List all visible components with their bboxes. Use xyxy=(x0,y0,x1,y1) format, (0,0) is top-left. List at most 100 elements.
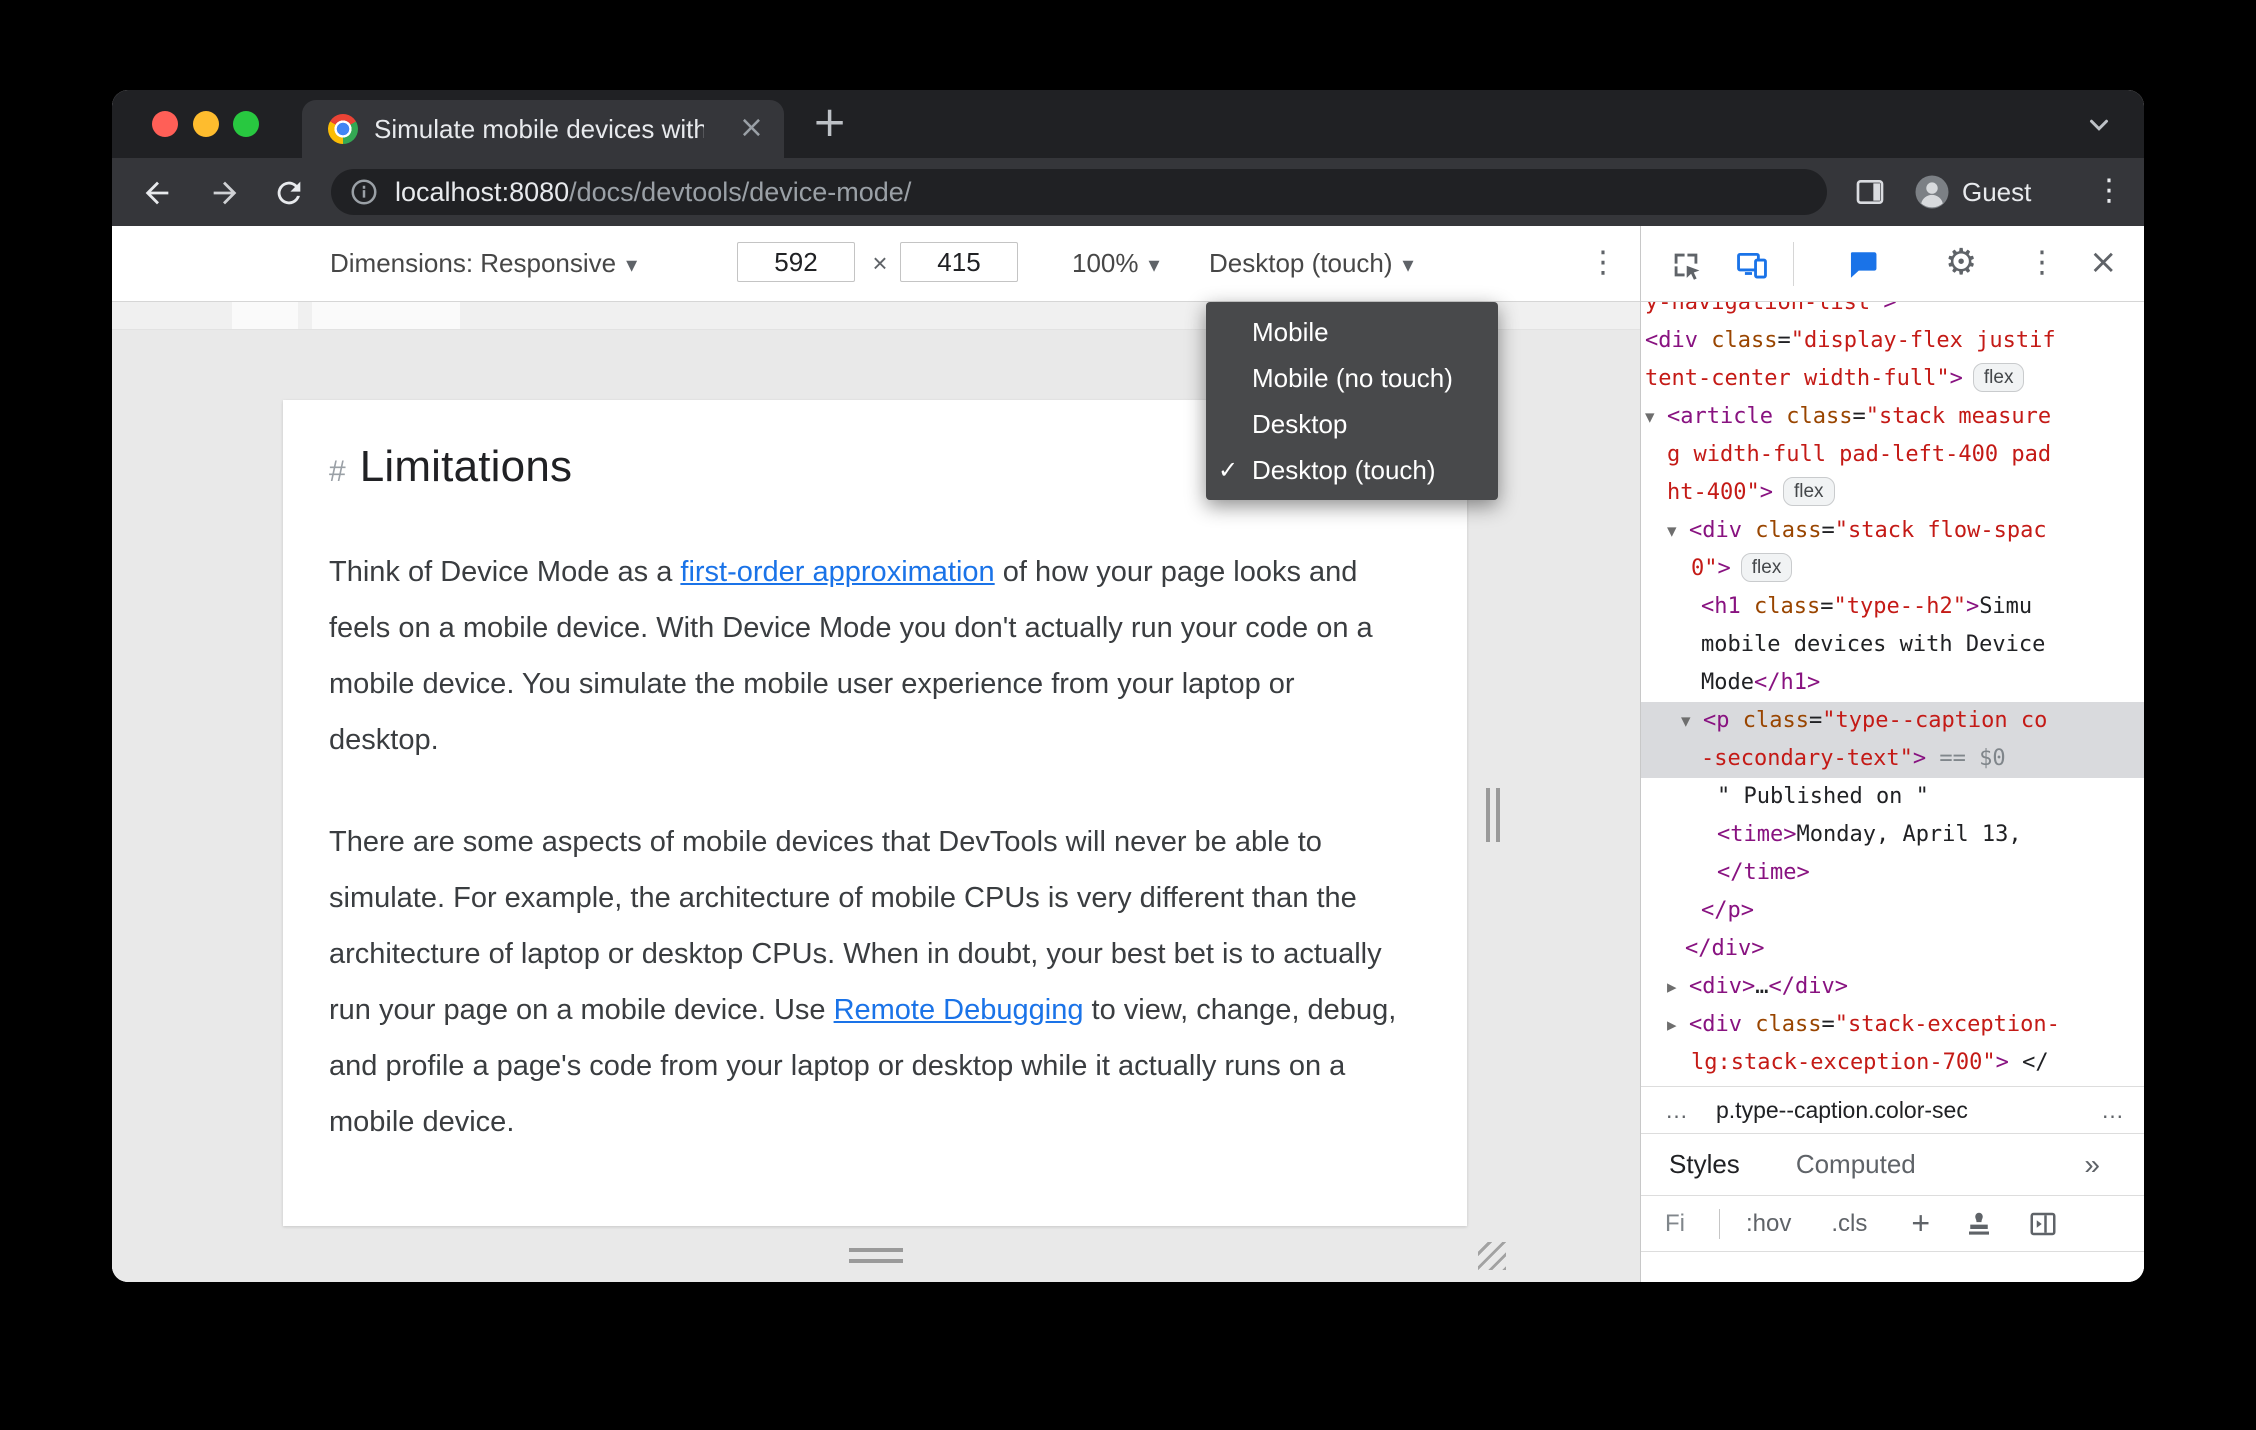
browser-tab[interactable]: Simulate mobile devices with D × xyxy=(302,100,784,158)
tree-line[interactable]: g width-full pad-left-400 pad xyxy=(1641,436,2144,474)
menu-item-label: Mobile xyxy=(1252,317,1329,347)
tree-line[interactable]: 0"> flex xyxy=(1641,550,2144,588)
tree-line[interactable]: <div class="display-flex justif xyxy=(1641,322,2144,360)
stamp-icon[interactable] xyxy=(1964,1209,1994,1239)
tree-line[interactable]: </div> xyxy=(1641,930,2144,968)
toggle-element-state-button[interactable]: :hov xyxy=(1746,1210,1791,1238)
inspect-element-icon[interactable] xyxy=(1669,248,1703,287)
zoom-dropdown[interactable]: 100% ▾ xyxy=(1072,226,1160,301)
paragraph-1: Think of Device Mode as a first-order ap… xyxy=(329,544,1407,768)
tree-line[interactable]: ▾ <p class="type--caption co xyxy=(1641,702,2144,740)
avatar[interactable] xyxy=(1914,174,1950,210)
tree-line[interactable]: ▾ <div class="stack flow-spac xyxy=(1641,512,2144,550)
site-info-icon[interactable] xyxy=(349,177,379,207)
flex-badge[interactable]: flex xyxy=(1740,553,1793,582)
more-tabs-icon[interactable]: » xyxy=(2084,1149,2100,1181)
paragraph-2: There are some aspects of mobile devices… xyxy=(329,814,1407,1150)
zoom-window-button[interactable] xyxy=(233,111,259,137)
back-button[interactable] xyxy=(140,176,174,215)
menu-item-mobile[interactable]: Mobile xyxy=(1206,309,1498,355)
tree-line[interactable]: mobile devices with Device xyxy=(1641,626,2144,664)
address-bar[interactable]: localhost:8080/docs/devtools/device-mode… xyxy=(331,169,1827,215)
forward-button[interactable] xyxy=(208,176,242,215)
styles-filter-bar: Fi :hov .cls + xyxy=(1641,1196,2144,1252)
breadcrumb-overflow-right[interactable]: … xyxy=(2101,1097,2124,1124)
breadcrumb-overflow-left[interactable]: … xyxy=(1665,1097,1688,1124)
tree-line[interactable]: ▸ <div>…</div> xyxy=(1641,968,2144,1006)
menu-item-mobile-no-touch-[interactable]: Mobile (no touch) xyxy=(1206,355,1498,401)
flex-badge[interactable]: flex xyxy=(1972,363,2025,392)
url-host: localhost:8080 xyxy=(395,176,570,207)
width-input[interactable] xyxy=(737,242,855,282)
chrome-favicon-icon xyxy=(328,114,358,144)
remote-debugging-link[interactable]: Remote Debugging xyxy=(834,994,1084,1026)
tree-line[interactable]: ▾ <article class="stack measure xyxy=(1641,398,2144,436)
viewport-corner-resize-handle[interactable] xyxy=(1478,1242,1506,1270)
dimensions-separator: × xyxy=(872,248,888,278)
tree-line[interactable]: <h1 class="type--h2">Simu xyxy=(1641,588,2144,626)
menu-item-desktop-touch-[interactable]: ✓ Desktop (touch) xyxy=(1206,447,1498,493)
tab-computed[interactable]: Computed xyxy=(1796,1149,1916,1180)
devtools-more-icon[interactable]: ⋮ xyxy=(2027,226,2057,302)
new-tab-button[interactable]: + xyxy=(812,90,847,158)
expand-arrow-icon[interactable]: ▾ xyxy=(1667,512,1689,550)
zoom-value: 100% xyxy=(1072,248,1139,278)
tree-line[interactable]: ▸ <div class="stack-exception- xyxy=(1641,1006,2144,1044)
expand-arrow-icon[interactable]: ▾ xyxy=(1681,702,1703,740)
tree-line[interactable]: y-navigation-list"> xyxy=(1641,302,2144,322)
new-style-rule-button[interactable]: + xyxy=(1911,1205,1930,1242)
element-classes-button[interactable]: .cls xyxy=(1831,1210,1867,1238)
menu-item-label: Desktop (touch) xyxy=(1252,455,1436,485)
tree-line[interactable]: lg:stack-exception-700"> </ xyxy=(1641,1044,2144,1082)
height-input[interactable] xyxy=(900,242,1018,282)
tab-search-chevron-icon[interactable] xyxy=(2084,110,2114,145)
menu-item-label: Mobile (no touch) xyxy=(1252,363,1453,393)
settings-gear-icon[interactable]: ⚙ xyxy=(1945,226,1977,302)
tab-styles[interactable]: Styles xyxy=(1669,1149,1740,1180)
tree-line[interactable]: tent-center width-full"> flex xyxy=(1641,360,2144,398)
devtools-close-icon[interactable]: × xyxy=(2089,226,2118,302)
breadcrumb-selected-node[interactable]: p.type--caption.color-sec xyxy=(1716,1097,1968,1124)
close-window-button[interactable] xyxy=(152,111,178,137)
tab-close-icon[interactable]: × xyxy=(739,100,764,158)
viewport-width-resize-handle[interactable] xyxy=(1486,788,1506,847)
tree-line[interactable]: -secondary-text"> == $0 xyxy=(1641,740,2144,778)
expand-arrow-icon[interactable]: ▾ xyxy=(1645,398,1667,436)
tree-line[interactable]: <time>Monday, April 13, xyxy=(1641,816,2144,854)
dimensions-label: Dimensions: Responsive xyxy=(330,248,617,278)
devtools-toolbar: ⚙ ⋮ × xyxy=(1641,226,2144,302)
viewport-height-resize-handle[interactable] xyxy=(849,1248,903,1270)
first-order-approximation-link[interactable]: first-order approximation xyxy=(680,556,994,588)
collapse-arrow-icon[interactable]: ▸ xyxy=(1667,1006,1689,1044)
tab-title: Simulate mobile devices with D xyxy=(374,114,704,144)
device-type-dropdown[interactable]: Desktop (touch) ▾ xyxy=(1209,226,1414,301)
devtools-panel: ⚙ ⋮ × y-navigation-list"> <div class="dis… xyxy=(1640,226,2144,1282)
chevron-down-icon: ▾ xyxy=(626,253,638,278)
page-heading: Limitations xyxy=(359,442,573,491)
flex-badge[interactable]: flex xyxy=(1782,477,1835,506)
toggle-sidebar-icon[interactable] xyxy=(2028,1209,2058,1239)
tree-line[interactable]: </time> xyxy=(1641,854,2144,892)
styles-tab-bar: Styles Computed » xyxy=(1641,1134,2144,1196)
device-toolbar-more-icon[interactable]: ⋮ xyxy=(1588,226,1618,301)
collapse-arrow-icon[interactable]: ▸ xyxy=(1667,968,1689,1006)
guest-label: Guest xyxy=(1962,177,2032,207)
reload-button[interactable] xyxy=(272,176,306,215)
ruler-segment xyxy=(312,302,460,329)
dimensions-dropdown[interactable]: Dimensions: Responsive ▾ xyxy=(330,226,637,301)
menu-item-desktop[interactable]: Desktop xyxy=(1206,401,1498,447)
url-path: /docs/devtools/device-mode/ xyxy=(569,176,912,207)
browser-toolbar: localhost:8080/docs/devtools/device-mode… xyxy=(112,158,2144,226)
console-messages-icon[interactable] xyxy=(1845,248,1881,287)
browser-menu-icon[interactable]: ⋮ xyxy=(2094,158,2124,226)
side-panel-icon[interactable] xyxy=(1854,176,1886,213)
chevron-down-icon: ▾ xyxy=(1148,253,1160,278)
tree-line[interactable]: </p> xyxy=(1641,892,2144,930)
styles-filter-input[interactable]: Fi xyxy=(1665,1210,1685,1238)
tree-line[interactable]: " Published on " xyxy=(1641,778,2144,816)
heading-anchor-hash[interactable]: # xyxy=(329,455,346,489)
device-toolbar-icon[interactable] xyxy=(1735,248,1769,287)
minimize-window-button[interactable] xyxy=(193,111,219,137)
tree-line[interactable]: Mode</h1> xyxy=(1641,664,2144,702)
tree-line[interactable]: ht-400"> flex xyxy=(1641,474,2144,512)
